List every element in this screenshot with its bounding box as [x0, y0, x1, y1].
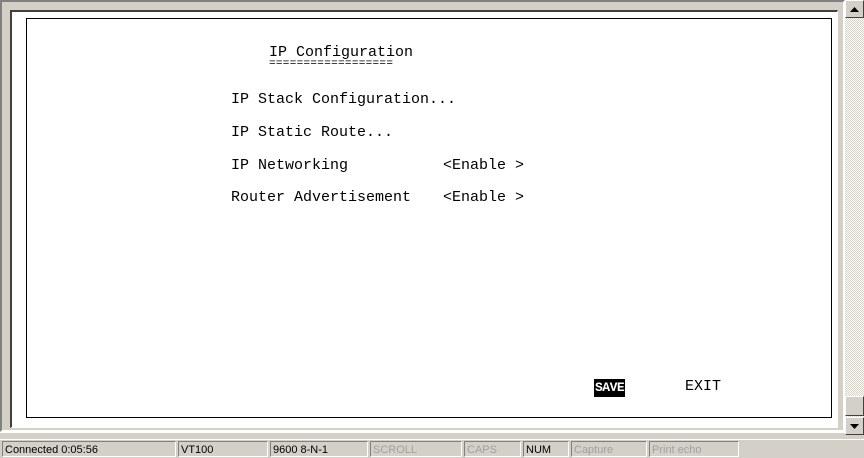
- scroll-thumb[interactable]: [845, 396, 864, 416]
- scroll-up-button[interactable]: [845, 0, 864, 18]
- ip-networking-label: IP Networking: [231, 157, 349, 174]
- save-button[interactable]: SAVE: [594, 379, 626, 397]
- status-caps: CAPS: [464, 441, 521, 457]
- scroll-down-button[interactable]: [845, 417, 864, 435]
- status-num: NUM: [523, 441, 569, 457]
- arrow-down-icon: [850, 423, 859, 429]
- menu-item-ip-static-route[interactable]: IP Static Route...: [231, 124, 393, 142]
- menu-item-ip-stack-configuration[interactable]: IP Stack Configuration...: [231, 91, 456, 109]
- status-bar: Connected 0:05:56 VT100 9600 8-N-1 SCROL…: [0, 439, 864, 458]
- router-advertisement-toggle[interactable]: <Enable >: [443, 189, 524, 207]
- terminal-screen[interactable]: IP Configuration ================== IP S…: [10, 10, 838, 428]
- arrow-up-icon: [850, 6, 859, 12]
- status-emulation: VT100: [178, 441, 268, 457]
- title-underline: ==================: [269, 58, 394, 70]
- router-advertisement-label: Router Advertisement: [231, 189, 412, 206]
- exit-button[interactable]: EXIT: [685, 378, 721, 396]
- menu-border: [26, 18, 832, 418]
- status-scroll: SCROLL: [370, 441, 462, 457]
- scroll-track[interactable]: [845, 18, 864, 420]
- vertical-scrollbar[interactable]: [845, 0, 864, 439]
- terminal-frame: IP Configuration ================== IP S…: [0, 0, 845, 432]
- status-connection: Connected 0:05:56: [2, 441, 176, 457]
- ip-networking-toggle[interactable]: <Enable >: [443, 157, 524, 175]
- horizontal-scroll-area: [0, 432, 845, 439]
- status-print-echo: Print echo: [649, 441, 739, 457]
- status-capture: Capture: [571, 441, 647, 457]
- status-port-settings: 9600 8-N-1: [270, 441, 368, 457]
